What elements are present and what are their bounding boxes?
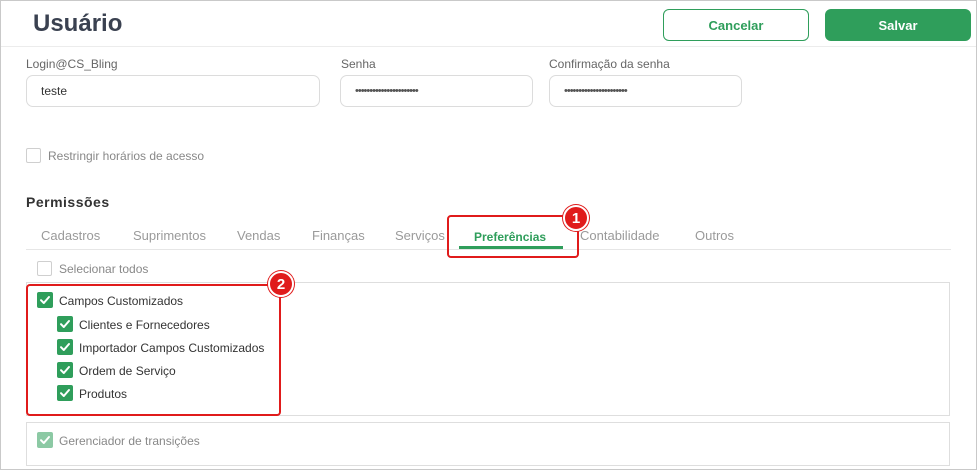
save-button[interactable]: Salvar xyxy=(825,9,971,41)
tab-cadastros[interactable]: Cadastros xyxy=(41,228,100,243)
annotation-highlight-group xyxy=(26,284,281,416)
annotation-badge-1: 1 xyxy=(563,205,589,231)
confirm-password-input[interactable]: •••••••••••••••••••••• xyxy=(549,75,742,107)
permissions-title: Permissões xyxy=(26,194,110,210)
restrict-hours-label: Restringir horários de acesso xyxy=(48,149,205,163)
tab-outros[interactable]: Outros xyxy=(695,228,734,243)
tab-suprimentos[interactable]: Suprimentos xyxy=(133,228,206,243)
confirm-password-label: Confirmação da senha xyxy=(549,57,670,71)
annotation-badge-2: 2 xyxy=(268,271,294,297)
annotation-highlight-tab xyxy=(447,215,579,258)
page-header: Usuário Cancelar Salvar xyxy=(1,1,976,47)
check-icon xyxy=(40,436,50,444)
tab-financas[interactable]: Finanças xyxy=(312,228,365,243)
tab-vendas[interactable]: Vendas xyxy=(237,228,280,243)
select-all-checkbox[interactable] xyxy=(37,261,52,276)
restrict-hours-checkbox[interactable] xyxy=(26,148,41,163)
tab-contabilidade[interactable]: Contabilidade xyxy=(580,228,660,243)
password-label: Senha xyxy=(341,57,376,71)
password-input[interactable]: •••••••••••••••••••••• xyxy=(340,75,533,107)
cancel-button[interactable]: Cancelar xyxy=(663,9,809,41)
select-all-label: Selecionar todos xyxy=(59,262,149,276)
login-label: Login@CS_Bling xyxy=(26,57,118,71)
login-input[interactable]: teste xyxy=(26,75,320,107)
group-label-gerenciador-transicoes: Gerenciador de transições xyxy=(59,434,200,448)
group-checkbox-gerenciador-transicoes[interactable] xyxy=(37,432,53,448)
page-title: Usuário xyxy=(33,10,123,37)
tab-servicos[interactable]: Serviços xyxy=(395,228,445,243)
